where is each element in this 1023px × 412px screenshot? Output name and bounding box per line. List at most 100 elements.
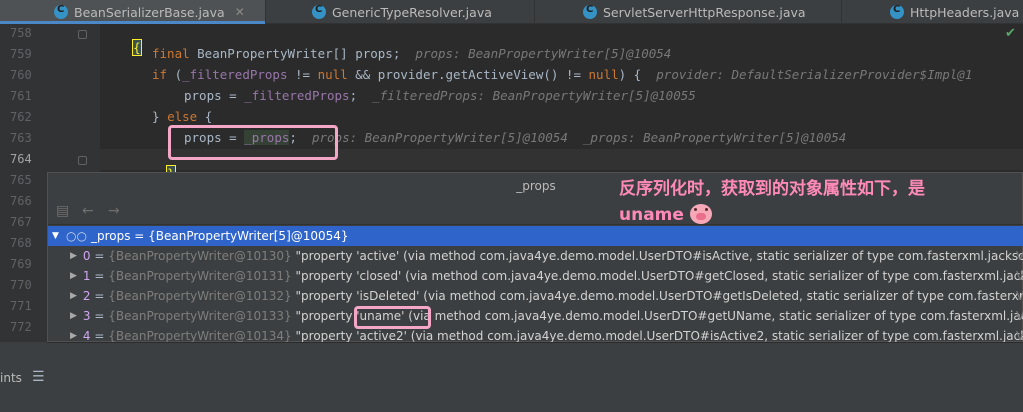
code-text: && provider.getActiveView() != xyxy=(347,67,589,82)
root-name: _props xyxy=(90,229,131,243)
tree-icon[interactable]: ▤ xyxy=(56,203,69,219)
tree-item-row[interactable]: ▶ 0 = {BeanPropertyWriter@10130} "proper… xyxy=(48,246,1023,266)
equals-sign: = xyxy=(94,329,105,343)
tab-generic-type-resolver[interactable]: GenericTypeResolver.java xyxy=(267,0,535,24)
tab-label: GenericTypeResolver.java xyxy=(332,4,492,20)
inline-debug-hint: props: BeanPropertyWriter[5]@10054 xyxy=(415,46,672,61)
expand-arrow-icon[interactable]: ▶ xyxy=(70,331,77,341)
item-index: 3 xyxy=(82,309,91,323)
line-number: 762 xyxy=(10,110,32,124)
code-line-762: } else { xyxy=(152,109,212,124)
item-index: 2 xyxy=(82,289,91,303)
code-text: props = xyxy=(184,88,245,103)
item-value: "property 'closed' (via method com.java4… xyxy=(295,269,1023,283)
code-line-760: if (_filteredProps != null && provider.g… xyxy=(152,67,972,82)
annotation-line-2-wrapper: uname xyxy=(619,202,1019,228)
keyword: else xyxy=(167,109,198,124)
expand-arrow-icon[interactable]: ▶ xyxy=(70,291,77,301)
view-link[interactable]: V xyxy=(1016,329,1023,343)
item-ref: {BeanPropertyWriter@10130} xyxy=(108,249,292,263)
expand-arrow-icon[interactable]: ▶ xyxy=(70,311,77,321)
tree-item-row[interactable]: ▶ 1 = {BeanPropertyWriter@10131} "proper… xyxy=(48,266,1023,286)
tab-servlet-server-http-response[interactable]: ServletServerHttpResponse.java xyxy=(536,0,842,24)
tab-label: BeanSerializerBase.java xyxy=(74,4,225,20)
java-class-icon xyxy=(583,4,597,19)
tab-http-headers[interactable]: HttpHeaders.java xyxy=(843,0,1023,24)
editor-tab-bar: BeanSerializerBase.java ✕ GenericTypeRes… xyxy=(0,0,1023,24)
java-class-icon xyxy=(54,4,68,19)
tree-root-row[interactable]: ▼ ○○ _props = {BeanPropertyWriter[5]@100… xyxy=(48,226,1023,246)
view-link[interactable]: V xyxy=(1016,309,1023,323)
list-icon[interactable]: ☰ xyxy=(32,369,45,385)
code-text: ( xyxy=(174,67,183,82)
line-number: 771 xyxy=(10,299,32,313)
equals-sign: = xyxy=(94,309,105,323)
equals-sign: = xyxy=(94,249,105,263)
matched-brace: { xyxy=(132,39,142,56)
line-number: 772 xyxy=(10,320,32,334)
line-number: 767 xyxy=(10,215,32,229)
equals-sign: = xyxy=(94,269,105,283)
line-number: 759 xyxy=(10,47,32,61)
code-line-759: final BeanPropertyWriter[] props; props:… xyxy=(152,46,671,61)
back-arrow-icon[interactable]: ← xyxy=(82,203,94,219)
collapse-arrow-icon[interactable]: ▼ xyxy=(52,231,66,241)
line-number-current: 764 xyxy=(10,152,32,166)
annotation-highlight-box xyxy=(168,125,338,160)
code-text: ) { xyxy=(618,67,642,82)
inline-debug-hint: props: BeanPropertyWriter[5]@10054 _prop… xyxy=(311,130,847,145)
item-ref: {BeanPropertyWriter@10134} xyxy=(108,329,292,343)
line-number: 760 xyxy=(10,68,32,82)
view-link[interactable]: V xyxy=(1016,249,1023,263)
annotation-text: 反序列化时，获取到的对象属性如下，是 uname xyxy=(619,176,1019,228)
keyword: if xyxy=(152,67,175,82)
item-index: 0 xyxy=(82,249,91,263)
code-text: ; xyxy=(349,88,358,103)
item-ref: {BeanPropertyWriter@10132} xyxy=(108,289,292,303)
keyword: null xyxy=(317,67,348,82)
watch-glasses-icon: ○○ xyxy=(66,229,87,243)
bottom-tool-strip xyxy=(0,342,1023,412)
tree-item-row[interactable]: ▶ 2 = {BeanPropertyWriter@10132} "proper… xyxy=(48,286,1023,306)
view-link[interactable]: V xyxy=(1016,289,1023,303)
tab-label: HttpHeaders.java xyxy=(910,4,1020,20)
fold-marker[interactable] xyxy=(78,30,87,39)
root-value: = {BeanPropertyWriter[5]@10054} xyxy=(134,229,349,243)
field-ref: _filteredProps xyxy=(244,88,350,103)
java-class-icon xyxy=(312,4,326,19)
line-number: 761 xyxy=(10,89,32,103)
code-line-758: { xyxy=(118,25,142,56)
field-ref: _filteredProps xyxy=(182,67,288,82)
fold-marker[interactable] xyxy=(78,156,87,165)
item-value: "property 'isDeleted' (via method com.ja… xyxy=(295,289,1023,303)
item-value: "property 'active2' (via method com.java… xyxy=(295,329,1023,343)
inline-debug-hint: _filteredProps: BeanPropertyWriter[5]@10… xyxy=(372,88,696,103)
line-number: 763 xyxy=(10,131,32,145)
expand-arrow-icon[interactable]: ▶ xyxy=(70,251,77,261)
keyword: null xyxy=(588,67,619,82)
expand-arrow-icon[interactable]: ▶ xyxy=(70,271,77,281)
view-link[interactable]: V xyxy=(1016,269,1023,283)
item-value: "property 'active' (via method com.java4… xyxy=(295,249,1023,263)
tab-label: ServletServerHttpResponse.java xyxy=(603,4,806,20)
pig-emoji-icon xyxy=(689,204,712,224)
inspection-ok-icon[interactable]: ✔ xyxy=(1005,26,1016,41)
code-line-761: props = _filteredProps; _filteredProps: … xyxy=(184,88,696,103)
bottom-tab-label[interactable]: ints xyxy=(0,371,22,385)
tab-bean-serializer-base[interactable]: BeanSerializerBase.java ✕ xyxy=(0,0,266,24)
line-number: 769 xyxy=(10,257,32,271)
item-ref: {BeanPropertyWriter@10133} xyxy=(108,309,292,323)
line-number: 765 xyxy=(10,173,32,187)
item-ref: {BeanPropertyWriter@10131} xyxy=(108,269,292,283)
keyword: final xyxy=(152,46,198,61)
inline-debug-hint: provider: DefaultSerializerProvider$Impl… xyxy=(656,67,973,82)
code-text: BeanPropertyWriter[] props; xyxy=(197,46,401,61)
code-text: } xyxy=(152,109,168,124)
equals-sign: = xyxy=(94,289,105,303)
forward-arrow-icon[interactable]: → xyxy=(108,203,120,219)
tree-item-row[interactable]: ▶ 3 = {BeanPropertyWriter@10133} "proper… xyxy=(48,306,1023,326)
line-number: 768 xyxy=(10,236,32,250)
close-icon[interactable]: ✕ xyxy=(235,5,245,19)
annotation-line-2: uname xyxy=(619,205,684,225)
annotation-highlight-box xyxy=(354,306,431,329)
